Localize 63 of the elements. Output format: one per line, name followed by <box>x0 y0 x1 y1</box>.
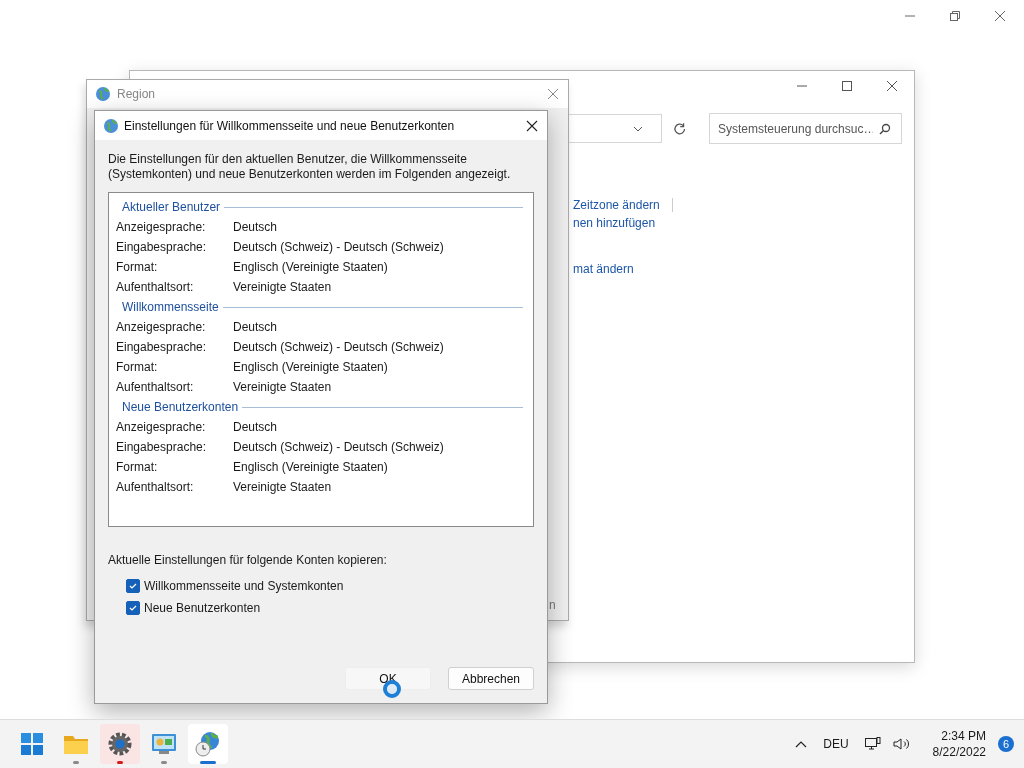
setting-label: Aufenthaltsort: <box>116 480 195 494</box>
setting-label: Eingabesprache: <box>116 440 208 454</box>
copy-label: Aktuelle Einstellungen für folgende Konten kopieren: <box>108 553 388 567</box>
checkmark-icon <box>128 603 138 613</box>
gear-icon[interactable] <box>107 731 133 757</box>
checkmark-icon <box>128 581 138 591</box>
chevron-up-icon[interactable] <box>795 740 808 748</box>
setting-label: Aufenthaltsort: <box>116 380 195 394</box>
globe-clock-icon[interactable] <box>195 731 221 757</box>
window-title: Region <box>117 87 156 101</box>
setting-value: Englisch (Vereinigte Staaten) <box>233 360 388 374</box>
setting-label: Anzeigesprache: <box>116 420 207 434</box>
clock-time[interactable]: 2:34 PM <box>941 728 986 744</box>
chevron-down-icon[interactable] <box>632 125 643 132</box>
setting-value: Englisch (Vereinigte Staaten) <box>233 460 388 474</box>
setting-value: Deutsch (Schweiz) - Deutsch (Schweiz) <box>233 240 444 254</box>
refresh-icon[interactable] <box>672 121 686 136</box>
setting-label: Format: <box>116 260 159 274</box>
start-icon[interactable] <box>20 732 44 756</box>
button-text[interactable]: n <box>549 598 556 612</box>
link[interactable]: nen hinzufügen <box>573 216 656 230</box>
globe-icon <box>95 86 111 102</box>
network-icon[interactable] <box>864 737 881 751</box>
intro-text: Die Einstellungen für den aktuellen Benutzer, die Willkommensseite (Systemkonten) und neue Benutzerkonten werden im Folgenden angezeigt. <box>108 152 512 182</box>
dialog-title: Einstellungen für Willkommensseite und neue Benutzerkonten <box>124 118 455 133</box>
setting-label: Format: <box>116 460 159 474</box>
setting-value: Vereinigte Staaten <box>233 380 332 394</box>
maximize-icon[interactable] <box>841 80 853 92</box>
setting-label: Eingabesprache: <box>116 340 208 354</box>
setting-value: Vereinigte Staaten <box>233 480 332 494</box>
link[interactable]: Zeitzone ändern <box>573 198 660 212</box>
setting-value: Vereinigte Staaten <box>233 280 332 294</box>
control-panel-icon[interactable] <box>151 732 177 756</box>
setting-label: Anzeigesprache: <box>116 320 207 334</box>
setting-value: Deutsch <box>233 220 278 234</box>
section-heading: Neue Benutzerkonten <box>122 400 239 414</box>
setting-label: Format: <box>116 360 159 374</box>
search-icon[interactable] <box>879 123 891 135</box>
section-heading: Aktueller Benutzer <box>122 200 221 214</box>
setting-label: Aufenthaltsort: <box>116 280 195 294</box>
setting-label: Eingabesprache: <box>116 240 208 254</box>
setting-value: Deutsch (Schweiz) - Deutsch (Schweiz) <box>233 340 444 354</box>
checkbox[interactable] <box>126 601 140 615</box>
cancel-button[interactable]: Abbrechen <box>448 667 534 690</box>
notification-badge[interactable]: 6 <box>998 736 1014 752</box>
checkbox-label[interactable]: Willkommensseite und Systemkonten <box>144 579 344 593</box>
clock-date[interactable]: 8/22/2022 <box>932 744 986 760</box>
search-field[interactable]: Systemsteuerung durchsuc… <box>709 113 902 144</box>
close-icon[interactable] <box>886 80 898 92</box>
setting-value: Deutsch <box>233 420 278 434</box>
speaker-icon[interactable] <box>892 737 911 751</box>
globe-icon <box>103 117 119 134</box>
section-heading: Willkommensseite <box>122 300 219 314</box>
setting-label: Anzeigesprache: <box>116 220 207 234</box>
language-indicator[interactable]: DEU <box>823 737 849 751</box>
restore-icon[interactable] <box>949 10 961 22</box>
setting-value: Englisch (Vereinigte Staaten) <box>233 260 388 274</box>
link[interactable]: mat ändern <box>573 262 634 276</box>
checkbox[interactable] <box>126 579 140 593</box>
setting-value: Deutsch (Schweiz) - Deutsch (Schweiz) <box>233 440 444 454</box>
close-icon[interactable] <box>526 119 538 132</box>
setting-value: Deutsch <box>233 320 278 334</box>
checkbox-label[interactable]: Neue Benutzerkonten <box>144 601 261 615</box>
